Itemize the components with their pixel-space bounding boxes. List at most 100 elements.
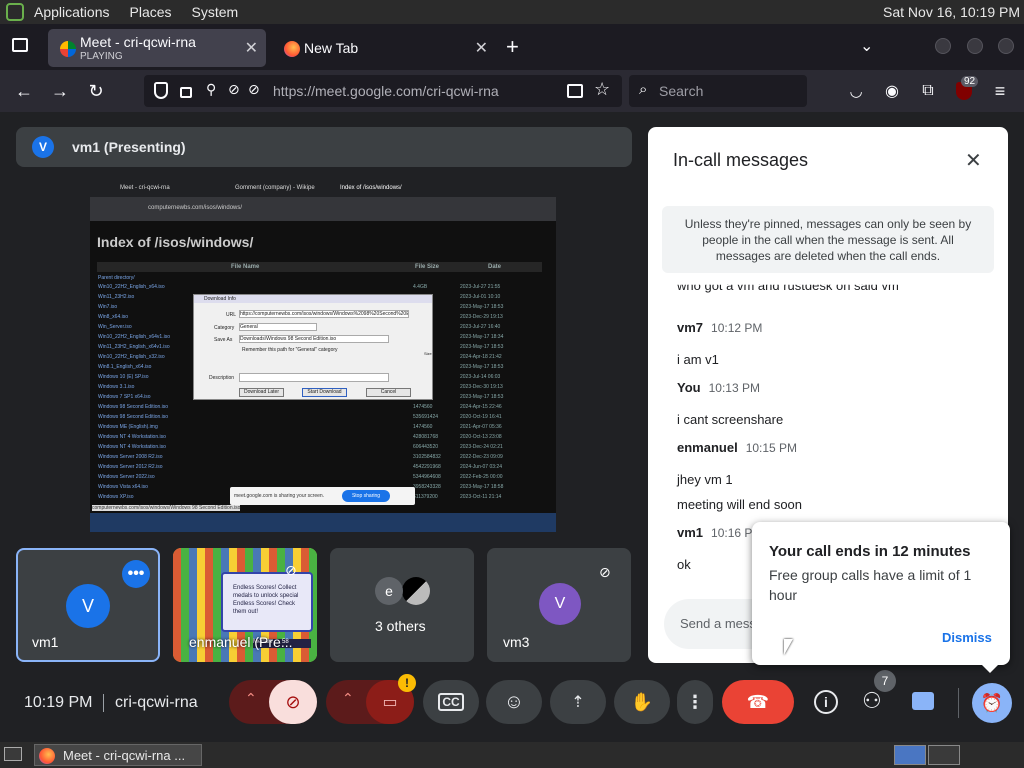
participant-name: enmanuel (Pre...	[189, 634, 293, 650]
dialog-titlebar: Download Info	[194, 295, 432, 303]
chat-message-text: meeting will end soon	[677, 497, 803, 512]
window-close-icon[interactable]	[998, 38, 1014, 54]
captions-icon: CC	[438, 693, 464, 711]
lock-icon[interactable]	[180, 87, 192, 98]
emoji-reactions-button[interactable]: ☺	[486, 680, 542, 724]
camera-blocked-icon[interactable]: ⊘	[228, 81, 240, 98]
show-desktop-icon[interactable]	[4, 747, 22, 761]
shared-file-date: 2022-Dec-23 09:09	[460, 454, 503, 460]
mic-blocked-icon[interactable]: ⊘	[248, 81, 260, 98]
places-menu[interactable]: Places	[130, 4, 172, 20]
video-options-button[interactable]: ⌃ ▭ !	[326, 674, 416, 724]
chat-sender: vm1	[677, 525, 704, 540]
more-options-button[interactable]: ⋮	[677, 680, 713, 724]
captions-button[interactable]: CC	[423, 680, 479, 724]
reload-icon[interactable]: ↻	[83, 78, 109, 104]
dialog-url-label: URL	[226, 312, 237, 318]
taskbar-window-meet[interactable]: Meet - cri-qcwi-rna ...	[34, 744, 202, 766]
url-bar[interactable]: ⚲ ⊘ ⊘ https://meet.google.com/cri-qcwi-r…	[144, 75, 622, 107]
pinned-notice: Unless they're pinned, messages can only…	[662, 206, 994, 273]
audio-options-button[interactable]: ⌃ ⊘	[229, 680, 317, 724]
account-icon[interactable]: ◉	[879, 78, 905, 104]
back-arrow-icon[interactable]: ←	[11, 78, 37, 104]
shared-file-row: Win10_22H2_English_x64.iso 4.4GB 2023-Jul-…	[98, 283, 543, 293]
close-tab-icon[interactable]: ✕	[475, 38, 488, 58]
shared-file-date: 2021-Apr-07 05:36	[460, 424, 502, 430]
dialog-start-download-button: Start Download	[302, 388, 347, 397]
system-menu[interactable]: System	[192, 4, 239, 20]
close-panel-icon[interactable]: ✕	[965, 148, 982, 173]
window-minimize-icon[interactable]	[935, 38, 951, 54]
shared-screen[interactable]: Meet - cri-qcwi-rna Gomment (company) - …	[90, 182, 556, 532]
shared-file-size: 428081768	[413, 434, 439, 440]
tab-overview-icon[interactable]	[12, 38, 28, 52]
forward-arrow-icon[interactable]: →	[47, 78, 73, 104]
more-options-icon[interactable]: •••	[122, 560, 150, 588]
chat-message-header: vm7 10:12 PM	[677, 319, 997, 337]
shared-file-date: 2023-Jul-01 10:10	[460, 294, 501, 300]
chat-time: 10:13 PM	[708, 381, 760, 395]
dialog-description-label: Description	[209, 375, 235, 381]
shared-file-date: 2024-Jun-07 03:24	[460, 464, 502, 470]
shield-icon[interactable]	[154, 82, 168, 99]
people-icon[interactable]: ⚇	[862, 688, 882, 714]
window-maximize-icon[interactable]	[967, 38, 983, 54]
shared-file-size: 1474560	[413, 404, 433, 410]
participant-avatar: e	[375, 577, 403, 605]
system-clock[interactable]: Sat Nov 16, 10:19 PM	[883, 4, 1020, 20]
close-tab-icon[interactable]: ✕	[245, 38, 258, 58]
chat-message-header: You 10:13 PM	[677, 379, 997, 397]
participant-tile-vm1[interactable]: V ••• vm1	[16, 548, 160, 662]
raise-hand-button[interactable]: ✋	[614, 680, 670, 724]
hamburger-menu-icon[interactable]: ≡	[987, 78, 1013, 104]
present-screen-button[interactable]: ⇡	[550, 680, 606, 724]
presenting-bar: V vm1 (Presenting)	[16, 127, 632, 167]
search-box[interactable]: ⌕ Search	[629, 75, 807, 107]
participant-tile-enmanuel[interactable]: Endless Scores! Collect medals to unlock…	[173, 548, 317, 662]
dismiss-button[interactable]: Dismiss	[942, 630, 992, 645]
chevron-up-icon: ⌃	[342, 690, 354, 706]
shared-file-date: 2023-May-17 18:58	[460, 484, 504, 490]
navigation-toolbar: ← → ↻ ⚲ ⊘ ⊘ https://meet.google.com/cri-…	[0, 70, 1024, 112]
shared-file-name: Windows 3.1.iso	[98, 384, 135, 390]
pocket-icon[interactable]: ◡	[843, 78, 869, 104]
list-all-tabs-chevron-icon[interactable]: ⌄	[860, 36, 873, 56]
shared-file-date: 2020-Oct-13 23:08	[460, 434, 502, 440]
applications-menu[interactable]: Applications	[34, 4, 110, 20]
shared-file-name: Win11_23H2_English_x64v1.iso	[98, 344, 170, 350]
tab-new-tab[interactable]: New Tab ✕	[272, 29, 496, 67]
gnome-foot-icon[interactable]	[6, 3, 24, 21]
chat-icon[interactable]	[912, 692, 934, 710]
tab-meet[interactable]: Meet - cri-qcwi-rna PLAYING ✕	[48, 29, 266, 67]
shared-file-date: 2023-Jul-27 16:40	[460, 324, 501, 330]
shared-file-date: 2024-Apr-18 21:42	[460, 354, 502, 360]
presenter-avatar: V	[32, 136, 54, 158]
shared-file-size: 611379200	[413, 494, 438, 500]
participant-tile-others[interactable]: e 3 others	[330, 548, 474, 662]
permissions-icon[interactable]: ⚲	[206, 81, 216, 98]
screen-share-indicator-icon[interactable]	[567, 84, 583, 98]
workspace-switcher-2[interactable]	[928, 745, 960, 765]
bookmark-star-icon[interactable]: ☆	[594, 79, 610, 100]
extensions-puzzle-icon[interactable]: ⧉	[915, 78, 941, 104]
shared-file-name: Win7.iso	[98, 304, 118, 310]
dialog-save-field: Downloads\Windows 98 Second Edition.iso	[239, 335, 389, 343]
participant-tile-vm3[interactable]: ⊘ V vm3	[487, 548, 631, 662]
leave-call-button[interactable]: ☎	[722, 680, 794, 724]
firefox-favicon-icon	[284, 41, 300, 57]
meeting-info-icon[interactable]: i	[814, 690, 838, 714]
timer-alarm-icon[interactable]: ⏰	[972, 683, 1012, 723]
extension-badge: 92	[961, 76, 979, 87]
url-text[interactable]: https://meet.google.com/cri-qcwi-rna	[273, 83, 499, 99]
shared-file-name: Windows XP.iso	[98, 494, 134, 500]
chevron-up-icon: ⌃	[245, 690, 257, 706]
chat-sender: vm7	[677, 320, 704, 335]
mic-off-button[interactable]: ⊘	[269, 680, 317, 724]
shared-file-date: 2023-May-17 18:53	[460, 394, 504, 400]
shared-file-name: Win11_23H2.iso	[98, 294, 135, 300]
shared-page: Index of /isos/windows/ File Name File S…	[90, 221, 556, 513]
shared-file-row: Windows NT 4 Workstation.iso 428081768 202…	[98, 433, 543, 443]
new-tab-plus-icon[interactable]: +	[506, 34, 519, 60]
shared-file-name: Windows NT 4 Workstation.iso	[98, 444, 166, 450]
workspace-switcher[interactable]	[894, 745, 926, 765]
